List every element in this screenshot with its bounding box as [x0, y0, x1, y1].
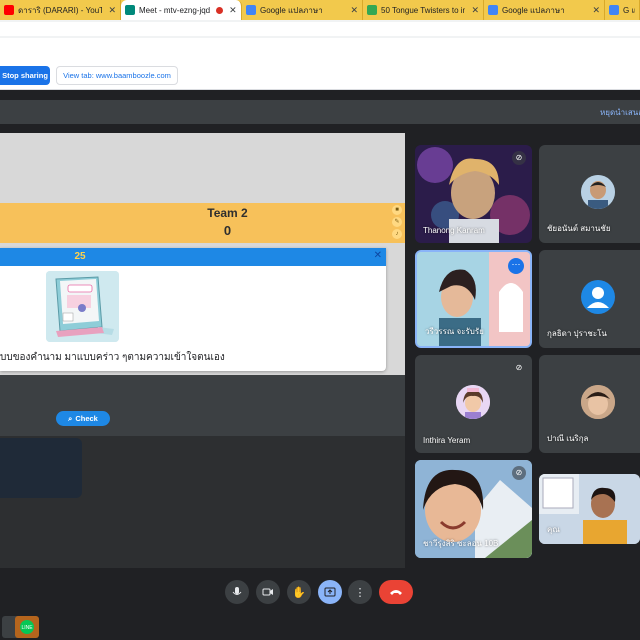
view-tab-button[interactable]: View tab: www.baamboozle.com — [56, 66, 178, 85]
mic-off-icon: ⊘ — [515, 363, 523, 372]
avatar — [456, 385, 490, 419]
question-image — [46, 271, 119, 342]
browser-tab-translate-2[interactable]: Google แปลภาษา ✕ — [484, 0, 605, 20]
close-tab-icon[interactable]: ✕ — [471, 5, 479, 16]
question-header: 25 ✕ — [0, 248, 386, 266]
google-favicon-icon — [609, 5, 619, 15]
participant-name: คุณ — [547, 525, 560, 534]
tab-label: 50 Tongue Twisters to impr — [381, 5, 465, 15]
site-favicon-icon — [367, 5, 377, 15]
participant-name: Thanong Kanram — [423, 226, 485, 235]
more-vert-icon[interactable]: ⋯ — [508, 258, 524, 274]
participant-tile[interactable]: ⊘ Thanong Kanram — [415, 145, 532, 243]
slide-header-space — [0, 133, 405, 203]
browser-tab-tongue-twisters[interactable]: 50 Tongue Twisters to impr ✕ — [363, 0, 484, 20]
participant-tile[interactable]: ⊘ ปาณี เนริกุล — [539, 355, 640, 453]
participant-tile[interactable]: ⊘ Inthira Yeram — [415, 355, 532, 453]
participant-tile[interactable]: กุลธิดา ปุราชะโน — [539, 250, 640, 348]
address-bar[interactable] — [0, 22, 640, 36]
mic-off-icon: ⊘ — [636, 361, 640, 375]
close-icon[interactable]: ✕ — [374, 250, 382, 261]
tab-label: Google แปลภาษา — [260, 5, 323, 15]
address-bar-area — [0, 20, 640, 38]
raise-hand-button[interactable]: ✋ — [287, 580, 311, 604]
tab-label: Meet - mtv-ezng-jqd — [139, 5, 211, 15]
browser-tab-translate-1[interactable]: Google แปลภาษา ✕ — [242, 0, 363, 20]
browser-tab-translate-3[interactable]: G แปล — [605, 0, 640, 20]
fullscreen-icon[interactable]: ■ — [392, 205, 402, 215]
check-button[interactable]: ⌕ Check — [56, 411, 110, 426]
end-call-icon — [390, 590, 402, 595]
close-tab-icon[interactable]: ✕ — [108, 5, 116, 16]
participant-name: กุลธิดา ปุราชะโน — [547, 329, 607, 338]
participant-name: ชัยอนันต์ สมานชัย — [547, 224, 611, 233]
question-card: 25 ✕ บบของคำนาม มาแบบคร่าว ๆตามความเข้าใ… — [0, 248, 386, 371]
side-tools: ■ ✎ ♪ — [392, 205, 404, 241]
close-tab-icon[interactable]: ✕ — [229, 5, 237, 16]
participant-tile-self[interactable]: คุณ — [539, 474, 640, 544]
stop-sharing-button[interactable]: Stop sharing — [0, 66, 50, 85]
line-app-icon[interactable]: LINE — [15, 616, 39, 638]
meet-top-bar: หยุดนำเสนอ — [0, 100, 640, 124]
svg-text:LINE: LINE — [21, 625, 33, 631]
browser-tab-meet[interactable]: Meet - mtv-ezng-jqd ✕ — [121, 0, 242, 20]
camera-button[interactable] — [256, 580, 280, 604]
team-score-row: Team 2 0 ■ ✎ ♪ — [0, 203, 405, 243]
mic-off-icon: ⊘ — [512, 466, 526, 480]
mic-off-icon: ⊘ — [512, 151, 526, 165]
team-name: Team 2 — [207, 206, 248, 220]
youtube-favicon-icon — [4, 5, 14, 15]
browser-tab-youtube[interactable]: ดาราริ (DARARI) - YouTube ✕ — [0, 0, 121, 20]
question-number: 25 — [74, 251, 86, 262]
stop-presenting-link[interactable]: หยุดนำเสนอ — [600, 106, 640, 119]
raise-hand-icon: ✋ — [292, 586, 306, 599]
divider — [0, 91, 640, 100]
more-options-button[interactable]: ⋮ — [348, 580, 372, 604]
bookmarks-bar — [0, 38, 640, 60]
recording-icon — [216, 6, 224, 14]
thumbnail-panel — [0, 438, 82, 498]
end-call-button[interactable] — [379, 580, 413, 604]
team-score: 0 — [223, 223, 232, 238]
tab-label: ดาราริ (DARARI) - YouTube — [18, 5, 103, 15]
book-illustration-icon — [46, 271, 119, 342]
sound-icon[interactable]: ♪ — [392, 229, 402, 239]
search-icon: ⌕ — [68, 413, 73, 423]
avatar — [581, 385, 615, 419]
mic-icon — [232, 587, 242, 595]
camera-icon — [262, 588, 273, 596]
mic-button[interactable] — [225, 580, 249, 604]
present-button[interactable] — [318, 580, 342, 604]
sharing-bar: Stop sharing View tab: www.baamboozle.co… — [0, 60, 640, 90]
check-label: Check — [75, 414, 98, 423]
avatar — [581, 175, 615, 209]
google-translate-favicon-icon — [488, 5, 498, 15]
slide-bottom — [0, 436, 405, 568]
participant-name: วรีวรรณ จะรับรัย — [425, 327, 484, 336]
question-text: บบของคำนาม มาแบบคร่าว ๆตามความเข้าใจตนเอ… — [0, 352, 225, 363]
more-vert-icon: ⋮ — [354, 586, 366, 599]
avatar-placeholder-icon — [581, 280, 615, 314]
participant-name: ปาณี เนริกุล — [547, 434, 589, 443]
presentation-area: Team 2 0 ■ ✎ ♪ 25 ✕ บบของคำนาม มาแบบคร่า… — [0, 133, 405, 568]
edit-icon[interactable]: ✎ — [392, 217, 402, 227]
browser-tab-strip: ดาราริ (DARARI) - YouTube ✕ Meet - mtv-e… — [0, 0, 640, 20]
participant-tile[interactable]: ⊘ ชาวีรุ่งสิริ ซะลอน 10B — [415, 460, 532, 558]
participant-name: Inthira Yeram — [423, 436, 471, 445]
participant-tile[interactable]: ⋯ วรีวรรณ จะรับรัย — [415, 250, 532, 348]
participant-name: ชาวีรุ่งสิริ ซะลอน 10B — [423, 539, 499, 548]
close-tab-icon[interactable]: ✕ — [350, 5, 358, 16]
meet-favicon-icon — [125, 5, 135, 15]
tab-label: G แปล — [623, 5, 635, 15]
google-translate-favicon-icon — [246, 5, 256, 15]
participant-tile[interactable]: ชัยอนันต์ สมานชัย — [539, 145, 640, 243]
present-icon — [324, 587, 336, 597]
close-tab-icon[interactable]: ✕ — [592, 5, 600, 16]
taskbar: LINE — [0, 612, 640, 640]
tab-label: Google แปลภาษา — [502, 5, 565, 15]
